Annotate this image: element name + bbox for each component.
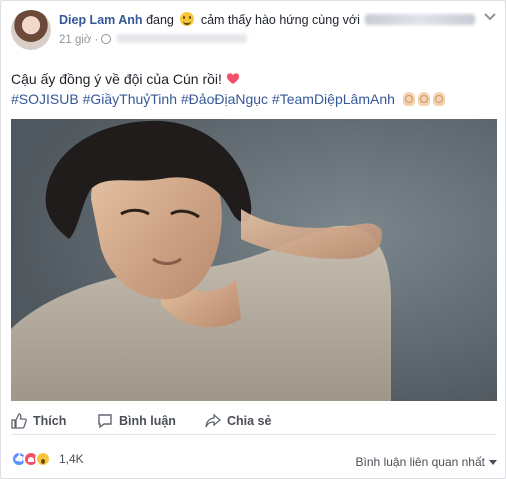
comments-sort-label: Bình luận liên quan nhất: [355, 455, 485, 469]
hashtag-line: #SOJISUB #GiầyThuỷTinh #ĐảoĐịaNgục #Team…: [11, 89, 497, 111]
post-timestamp[interactable]: 21 giờ: [59, 34, 91, 46]
globe-icon[interactable]: [101, 34, 112, 44]
post-message: Cậu ấy đồng ý về đội của Cún rồi!: [11, 69, 497, 89]
share-label: Chia sẻ: [227, 414, 272, 428]
post-meta: Diep Lam Anh đang cảm thấy hào hứng cùng…: [59, 12, 479, 47]
post-header: Diep Lam Anh đang cảm thấy hào hứng cùng…: [11, 10, 497, 50]
portrait-image: [11, 119, 497, 401]
hashtag-links[interactable]: #SOJISUB #GiầyThuỷTinh #ĐảoĐịaNgục #Team…: [11, 91, 395, 107]
reaction-count: 1,4K: [59, 452, 84, 466]
author-avatar[interactable]: [11, 10, 51, 50]
comments-sort-dropdown[interactable]: Bình luận liên quan nhất: [356, 455, 497, 469]
comment-button[interactable]: Bình luận: [97, 411, 176, 431]
like-label: Thích: [33, 414, 67, 428]
ok-hand-emojis: [402, 91, 448, 111]
like-button[interactable]: Thích: [11, 411, 66, 431]
blurred-tagged-friends-cont: [117, 34, 248, 43]
share-button[interactable]: Chia sẻ: [205, 411, 271, 431]
heart-icon: [226, 73, 239, 84]
share-icon: [205, 413, 221, 428]
post-subline: 21 giờ ·: [59, 33, 479, 47]
post-footer: 1,4K Bình luận liên quan nhất: [11, 445, 497, 475]
happy-emoji-icon: [180, 12, 195, 26]
separator-dot: ·: [94, 34, 99, 46]
comment-label: Bình luận: [119, 414, 176, 428]
thumbs-up-icon: [11, 413, 27, 429]
author-line: Diep Lam Anh đang cảm thấy hào hứng cùng…: [59, 12, 479, 28]
post-message-text: Cậu ấy đồng ý về đội của Cún rồi!: [11, 71, 222, 87]
feeling-text: cảm thấy hào hứng cùng với: [200, 13, 360, 27]
post-actions: Thích Bình luận Chia sẻ: [11, 407, 497, 435]
ok-hand-icon: [417, 92, 430, 106]
comment-icon: [98, 414, 112, 429]
post-photo[interactable]: [11, 119, 497, 401]
wow-icon: [35, 451, 51, 467]
ok-hand-icon: [432, 92, 445, 106]
ok-hand-icon: [402, 92, 415, 106]
feeling-prefix: đang: [146, 13, 174, 27]
post-body: Cậu ấy đồng ý về đội của Cún rồi! #SOJIS…: [11, 69, 497, 111]
blurred-tagged-friends: [365, 14, 476, 25]
caret-down-icon: [489, 459, 497, 465]
author-name[interactable]: Diep Lam Anh: [59, 13, 143, 27]
post-card: Diep Lam Anh đang cảm thấy hào hứng cùng…: [0, 0, 506, 479]
reaction-summary[interactable]: 1,4K: [11, 451, 84, 467]
chevron-down-icon[interactable]: [483, 12, 497, 22]
